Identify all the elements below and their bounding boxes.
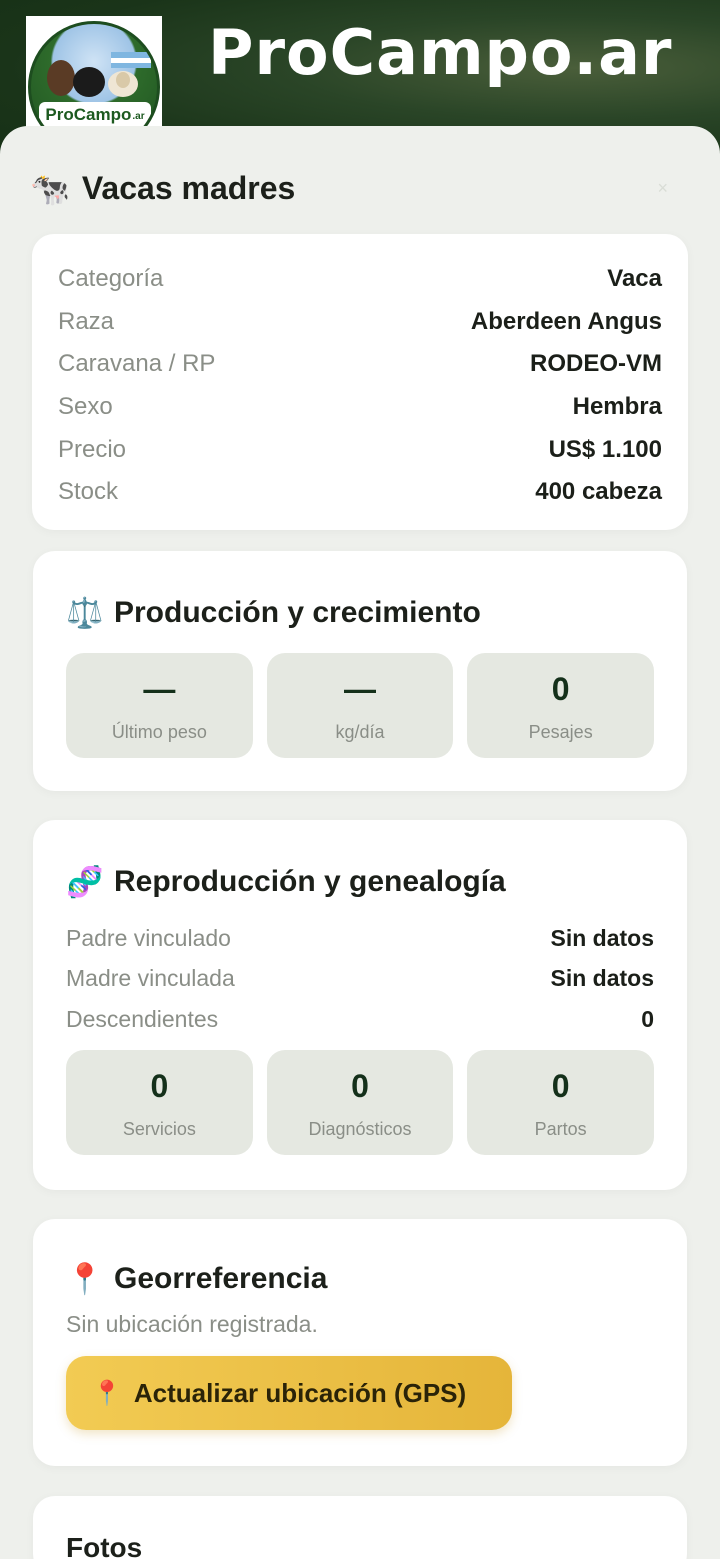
stat-caption: Diagnósticos <box>308 1118 412 1139</box>
genealogy-value: Sin datos <box>550 965 654 992</box>
genealogy-label: Madre vinculada <box>66 965 235 992</box>
pin-icon: 📍 <box>92 1379 122 1407</box>
stat-services: 0 Servicios <box>66 1049 253 1155</box>
info-label: Sexo <box>58 393 113 421</box>
info-row-price: Precio US$ 1.100 <box>58 428 662 471</box>
stat-caption: Pesajes <box>528 722 593 742</box>
sheet-header: 🐄 Vacas madres <box>30 170 295 207</box>
stat-value: 0 <box>150 1067 169 1104</box>
livestock-illustration-icon <box>47 51 151 97</box>
stat-value: 0 <box>551 671 570 707</box>
info-row-sex: Sexo Hembra <box>58 386 662 429</box>
georeference-header: 📍 Georreferencia <box>66 1259 654 1299</box>
logo-campo-text: Campo <box>73 104 132 124</box>
genealogy-row-offspring: Descendientes 0 <box>66 999 654 1040</box>
update-gps-label: Actualizar ubicación (GPS) <box>133 1377 467 1408</box>
info-label: Categoría <box>58 265 164 293</box>
info-label: Caravana / RP <box>58 350 216 378</box>
info-row-breed: Raza Aberdeen Angus <box>58 301 662 344</box>
georeference-card: 📍 Georreferencia Sin ubicación registrad… <box>33 1219 687 1466</box>
location-status: Sin ubicación registrada. <box>66 1311 318 1337</box>
scale-icon: ⚖️ <box>66 596 104 630</box>
genealogy-row-father: Padre vinculado Sin datos <box>66 918 654 959</box>
production-header: ⚖️ Producción y crecimiento <box>66 593 654 633</box>
cow-icon: 🐄 <box>30 170 70 207</box>
dna-icon: 🧬 <box>66 865 104 899</box>
genealogy-label: Descendientes <box>66 1005 219 1032</box>
genealogy-value: 0 <box>641 1005 654 1032</box>
info-value: RODEO-VM <box>530 350 662 378</box>
close-icon[interactable]: × <box>657 178 668 199</box>
production-title: Producción y crecimiento <box>114 596 481 629</box>
reproduction-stats: 0 Servicios 0 Diagnósticos 0 Partos <box>66 1049 655 1155</box>
production-card: ⚖️ Producción y crecimiento — Último pes… <box>33 551 687 791</box>
genealogy-label: Padre vinculado <box>66 924 231 951</box>
info-label: Raza <box>58 307 115 335</box>
stat-value: — <box>344 671 376 707</box>
stat-weighings: 0 Pesajes <box>467 653 655 758</box>
genealogy-value: Sin datos <box>550 924 654 951</box>
info-label: Stock <box>58 478 119 506</box>
stat-value: 0 <box>551 1067 570 1104</box>
stat-last-weight: — Último peso <box>66 653 253 758</box>
info-row-tag: Caravana / RP RODEO-VM <box>58 343 662 386</box>
stat-caption: Servicios <box>122 1118 196 1139</box>
animal-detail-sheet: 🐄 Vacas madres × Categoría Vaca Raza Abe… <box>0 126 720 1559</box>
genealogy-list: Padre vinculado Sin datos Madre vinculad… <box>66 918 654 1040</box>
production-stats: — Último peso — kg/día 0 Pesajes <box>66 653 655 758</box>
info-row-category: Categoría Vaca <box>58 258 662 301</box>
photos-card: Fotos <box>33 1496 687 1559</box>
logo-ar-text: .ar <box>132 111 145 122</box>
stat-births: 0 Partos <box>467 1049 655 1155</box>
stat-caption: Último peso <box>111 722 207 742</box>
info-row-stock: Stock 400 cabeza <box>58 471 662 514</box>
stat-daily-gain: — kg/día <box>266 653 454 758</box>
logo-wordmark: Pro Campo .ar <box>39 101 151 128</box>
stat-caption: kg/día <box>335 722 385 742</box>
stat-value: — <box>143 671 176 707</box>
info-value: 400 cabeza <box>535 478 662 506</box>
sheet-title: Vacas madres <box>81 170 296 206</box>
info-value: Vaca <box>607 265 662 293</box>
animal-info-card: Categoría Vaca Raza Aberdeen Angus Carav… <box>32 234 688 530</box>
stat-value: 0 <box>351 1067 369 1104</box>
photos-title: Fotos <box>66 1532 143 1559</box>
info-value: Aberdeen Angus <box>470 307 662 335</box>
logo-pro-text: Pro <box>45 104 74 124</box>
reproduction-header: 🧬 Reproducción y genealogía <box>66 862 654 902</box>
brand-title: ProCampo.ar <box>208 16 673 89</box>
stat-diagnostics: 0 Diagnósticos <box>266 1049 454 1155</box>
genealogy-row-mother: Madre vinculada Sin datos <box>66 959 654 1000</box>
georeference-title: Georreferencia <box>114 1262 328 1295</box>
pin-icon: 📍 <box>66 1262 104 1296</box>
reproduction-title: Reproducción y genealogía <box>114 865 506 898</box>
info-value: Hembra <box>572 393 662 421</box>
info-label: Precio <box>58 435 127 463</box>
update-gps-button[interactable]: 📍 Actualizar ubicación (GPS) <box>66 1356 512 1430</box>
info-value: US$ 1.100 <box>548 435 662 463</box>
reproduction-card: 🧬 Reproducción y genealogía Padre vincul… <box>33 820 687 1190</box>
stat-caption: Partos <box>534 1118 587 1139</box>
